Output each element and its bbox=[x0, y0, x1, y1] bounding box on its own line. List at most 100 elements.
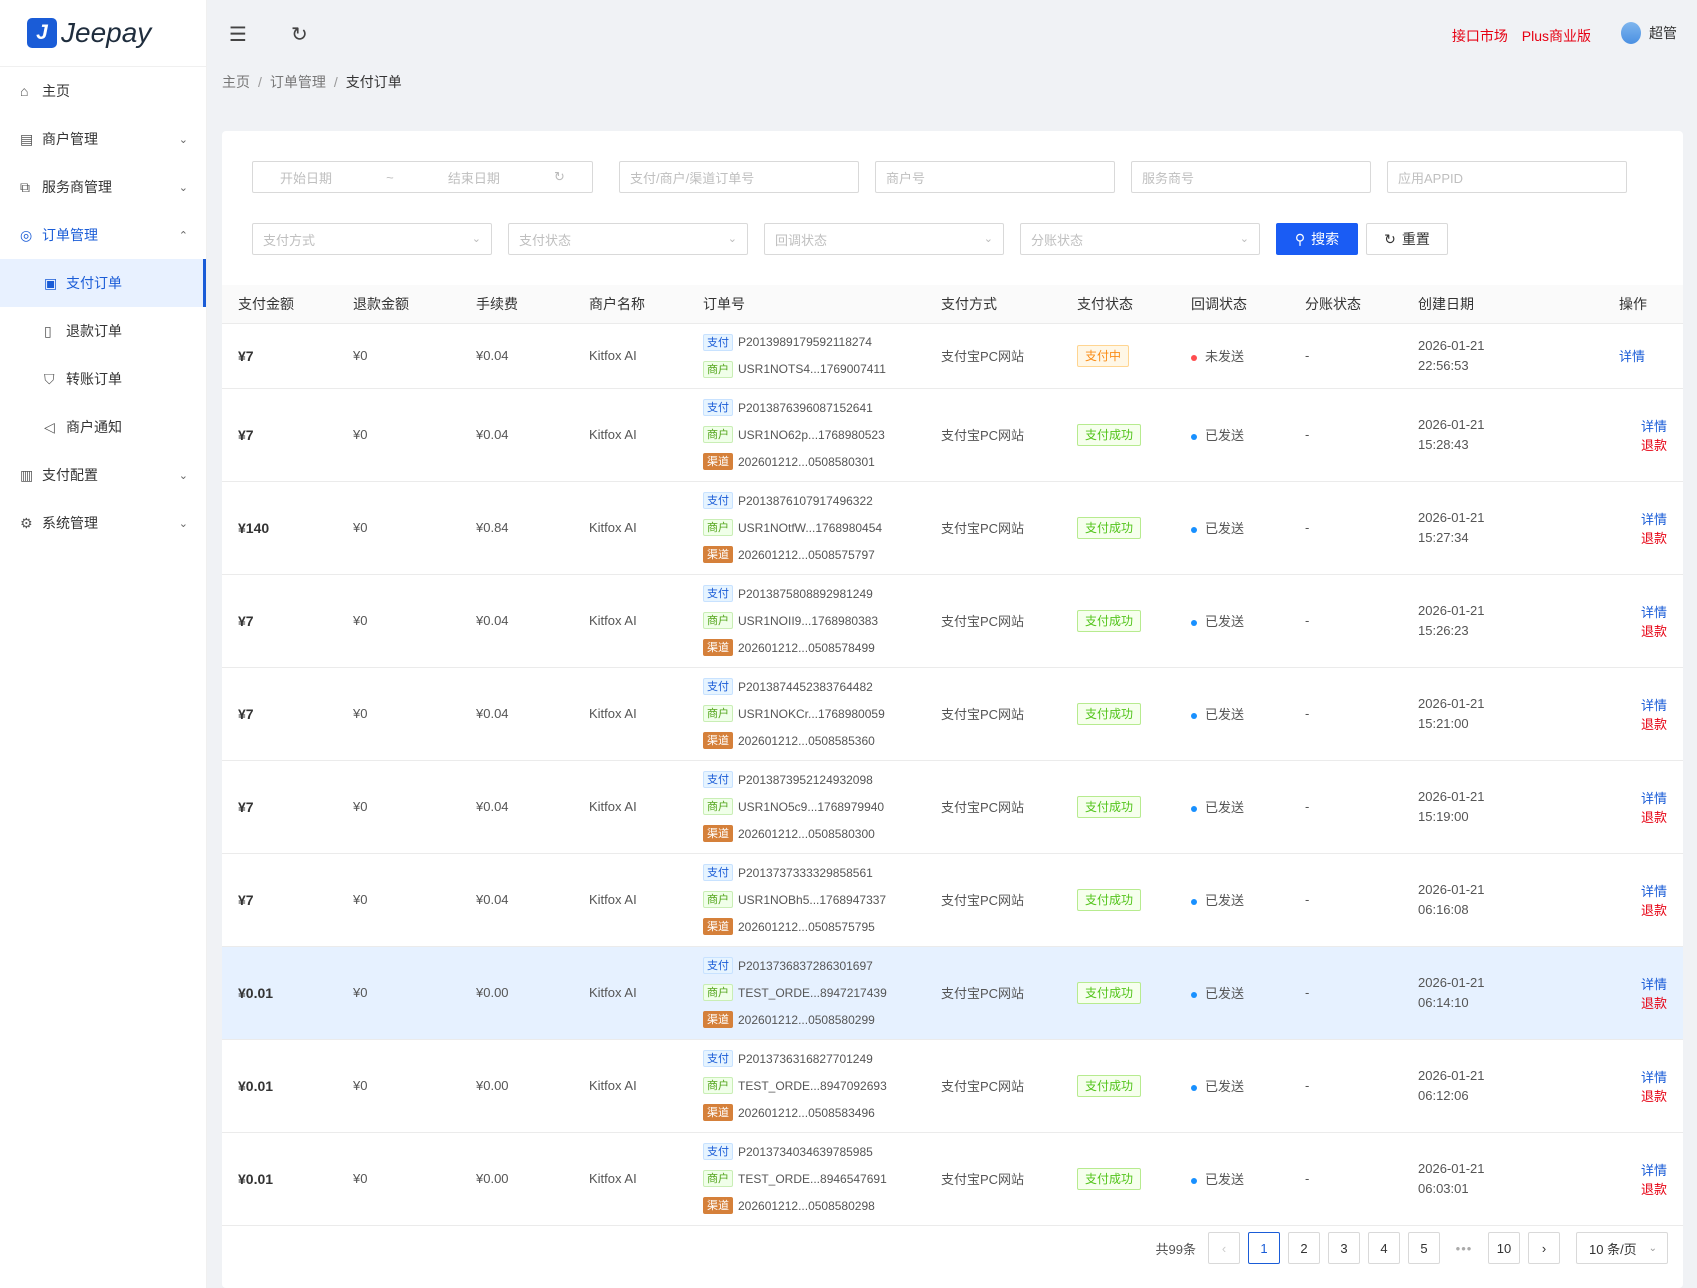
page-button[interactable]: 10 bbox=[1488, 1232, 1520, 1264]
detail-link[interactable]: 详情 bbox=[1641, 605, 1667, 620]
refund-link[interactable]: 退款 bbox=[1641, 810, 1667, 825]
detail-link[interactable]: 详情 bbox=[1619, 349, 1645, 364]
detail-link[interactable]: 详情 bbox=[1641, 512, 1667, 527]
div-state-select[interactable]: 分账状态 ⌄ bbox=[1020, 223, 1260, 255]
notify-dot-icon bbox=[1191, 991, 1197, 998]
notify-state-cell: 已发送 bbox=[1175, 853, 1289, 947]
refund-link[interactable]: 退款 bbox=[1641, 1089, 1667, 1104]
pay-state-cell: 支付成功 bbox=[1061, 946, 1175, 1040]
start-date-input[interactable]: 开始日期 bbox=[280, 168, 332, 187]
created-date: 2026-01-21 bbox=[1418, 509, 1485, 525]
refund-link[interactable]: 退款 bbox=[1641, 531, 1667, 546]
refund-link[interactable]: 退款 bbox=[1641, 996, 1667, 1011]
detail-link[interactable]: 详情 bbox=[1641, 884, 1667, 899]
refund-link[interactable]: 退款 bbox=[1641, 624, 1667, 639]
notify-dot-icon bbox=[1191, 805, 1197, 812]
page-button[interactable]: 1 bbox=[1248, 1232, 1280, 1264]
status-badge: 支付成功 bbox=[1077, 795, 1142, 818]
page-button[interactable]: 5 bbox=[1408, 1232, 1440, 1264]
order-no-list: 支付 P2013736837286301697 商户 TEST_ORDE...8947… bbox=[703, 957, 925, 1028]
notify-state-placeholder: 回调状态 bbox=[775, 232, 828, 248]
refund-link[interactable]: 退款 bbox=[1641, 1182, 1667, 1197]
div-state: - bbox=[1289, 760, 1402, 854]
sidebar-item-isv[interactable]: ⧉ 服务商管理 ⌄ bbox=[0, 163, 206, 211]
page-button[interactable]: 3 bbox=[1328, 1232, 1360, 1264]
detail-link[interactable]: 详情 bbox=[1641, 791, 1667, 806]
mch-order-no-value: TEST_ORDE...8947092693 bbox=[738, 1078, 887, 1093]
sidebar-item-pay-config[interactable]: ▥ 支付配置 ⌄ bbox=[0, 451, 206, 499]
column-header: 操作 bbox=[1581, 285, 1683, 324]
table-row: ¥0.01 ¥0 ¥0.00 Kitfox AI 支付 P2013736837286301… bbox=[222, 946, 1683, 1040]
breadcrumb-parent[interactable]: 订单管理 bbox=[270, 74, 326, 90]
sidebar-item-label: 转账订单 bbox=[66, 371, 122, 387]
sidebar-item-refund-order[interactable]: ▯ 退款订单 bbox=[0, 307, 206, 355]
sidebar-item-pay-order[interactable]: ▣ 支付订单 bbox=[0, 259, 206, 307]
pay-config-icon: ▥ bbox=[20, 466, 34, 483]
actions-cell: 详情 bbox=[1581, 323, 1683, 389]
created-date-cell: 2026-01-21 06:14:10 bbox=[1402, 946, 1581, 1040]
order-no-input[interactable]: 支付/商户/渠道订单号 bbox=[619, 161, 859, 193]
sidebar-item-system[interactable]: ⚙ 系统管理 ⌄ bbox=[0, 499, 206, 547]
refund-link[interactable]: 退款 bbox=[1641, 903, 1667, 918]
page-button[interactable]: 4 bbox=[1368, 1232, 1400, 1264]
channel-order-no-value: 202601212...0508575795 bbox=[738, 919, 875, 934]
column-header: 分账状态 bbox=[1289, 285, 1402, 324]
div-state: - bbox=[1289, 574, 1402, 668]
logo[interactable]: J Jeepay bbox=[0, 0, 206, 67]
sidebar-item-mch-notify[interactable]: ◁ 商户通知 bbox=[0, 403, 206, 451]
sidebar-item-order[interactable]: ◎ 订单管理 ⌃ bbox=[0, 211, 206, 259]
actions-cell: 详情退款 bbox=[1581, 388, 1683, 482]
sidebar-item-merchant[interactable]: ▤ 商户管理 ⌄ bbox=[0, 115, 206, 163]
refund-link[interactable]: 退款 bbox=[1641, 717, 1667, 732]
pay-way: 支付宝PC网站 bbox=[925, 388, 1061, 482]
pay-order-no-tag: 支付 bbox=[703, 957, 733, 974]
merchant-name: Kitfox AI bbox=[573, 323, 687, 389]
notify-dot-icon bbox=[1191, 1084, 1197, 1091]
page-button[interactable]: 2 bbox=[1288, 1232, 1320, 1264]
app-id-input[interactable]: 应用APPID bbox=[1387, 161, 1627, 193]
date-reset-icon[interactable]: ↻ bbox=[554, 169, 565, 185]
refund-link[interactable]: 退款 bbox=[1641, 438, 1667, 453]
pay-order-no-tag: 支付 bbox=[703, 333, 733, 351]
chevron-down-icon: ⌄ bbox=[1648, 1242, 1657, 1254]
detail-link[interactable]: 详情 bbox=[1641, 1163, 1667, 1178]
detail-link[interactable]: 详情 bbox=[1641, 419, 1667, 434]
sidebar-item-home[interactable]: ⌂ 主页 bbox=[0, 67, 206, 115]
pay-way: 支付宝PC网站 bbox=[925, 574, 1061, 668]
page-size-select[interactable]: 10 条/页 ⌄ bbox=[1576, 1232, 1668, 1264]
sidebar-menu: ⌂ 主页 ▤ 商户管理 ⌄ ⧉ 服务商管理 ⌄ ◎ 订单管理 ⌃ ▣ 支付订单 bbox=[0, 67, 206, 547]
detail-link[interactable]: 详情 bbox=[1641, 977, 1667, 992]
user-name: 超管 bbox=[1649, 25, 1677, 41]
mch-order-no-tag: 商户 bbox=[703, 891, 733, 908]
refund-amount: ¥0 bbox=[337, 853, 460, 947]
mch-no-input[interactable]: 商户号 bbox=[875, 161, 1115, 193]
end-date-input[interactable]: 结束日期 bbox=[448, 168, 500, 187]
status-badge: 支付成功 bbox=[1077, 609, 1142, 632]
api-market-link[interactable]: 接口市场 bbox=[1452, 28, 1508, 44]
notify-state-cell: 已发送 bbox=[1175, 1039, 1289, 1133]
breadcrumb-home[interactable]: 主页 bbox=[222, 74, 250, 90]
created-date-cell: 2026-01-21 06:03:01 bbox=[1402, 1132, 1581, 1226]
pay-order-no-value: P2013734034639785985 bbox=[738, 1144, 873, 1159]
user-menu[interactable]: 超管 bbox=[1621, 22, 1677, 44]
refresh-icon[interactable]: ↻ bbox=[291, 22, 308, 47]
pay-state-select[interactable]: 支付状态 ⌄ bbox=[508, 223, 748, 255]
search-button[interactable]: ⚲ 搜索 bbox=[1276, 223, 1358, 255]
detail-link[interactable]: 详情 bbox=[1641, 698, 1667, 713]
menu-fold-icon[interactable]: ☰ bbox=[229, 22, 247, 47]
isv-no-input[interactable]: 服务商号 bbox=[1131, 161, 1371, 193]
date-range-picker[interactable]: 开始日期 ~ 结束日期 ↻ bbox=[252, 161, 593, 193]
mch-order-no: 商户 TEST_ORDE...8946547691 bbox=[703, 1170, 925, 1187]
next-page-button[interactable]: › bbox=[1528, 1232, 1560, 1264]
page-ellipsis[interactable]: ••• bbox=[1448, 1241, 1480, 1256]
order-no-list: 支付 P2013989179592118274 商户 USR1NOTS4...1769… bbox=[703, 333, 925, 378]
detail-link[interactable]: 详情 bbox=[1641, 1070, 1667, 1085]
pay-way-select[interactable]: 支付方式 ⌄ bbox=[252, 223, 492, 255]
reset-button[interactable]: ↻ 重置 bbox=[1366, 223, 1448, 255]
prev-page-button[interactable]: ‹ bbox=[1208, 1232, 1240, 1264]
pay-order-no: 支付 P2013876396087152641 bbox=[703, 399, 925, 416]
created-date: 2026-01-21 bbox=[1418, 881, 1485, 897]
notify-state-select[interactable]: 回调状态 ⌄ bbox=[764, 223, 1004, 255]
plus-edition-link[interactable]: Plus商业版 bbox=[1522, 28, 1591, 44]
sidebar-item-transfer-order[interactable]: ⛉ 转账订单 bbox=[0, 355, 206, 403]
